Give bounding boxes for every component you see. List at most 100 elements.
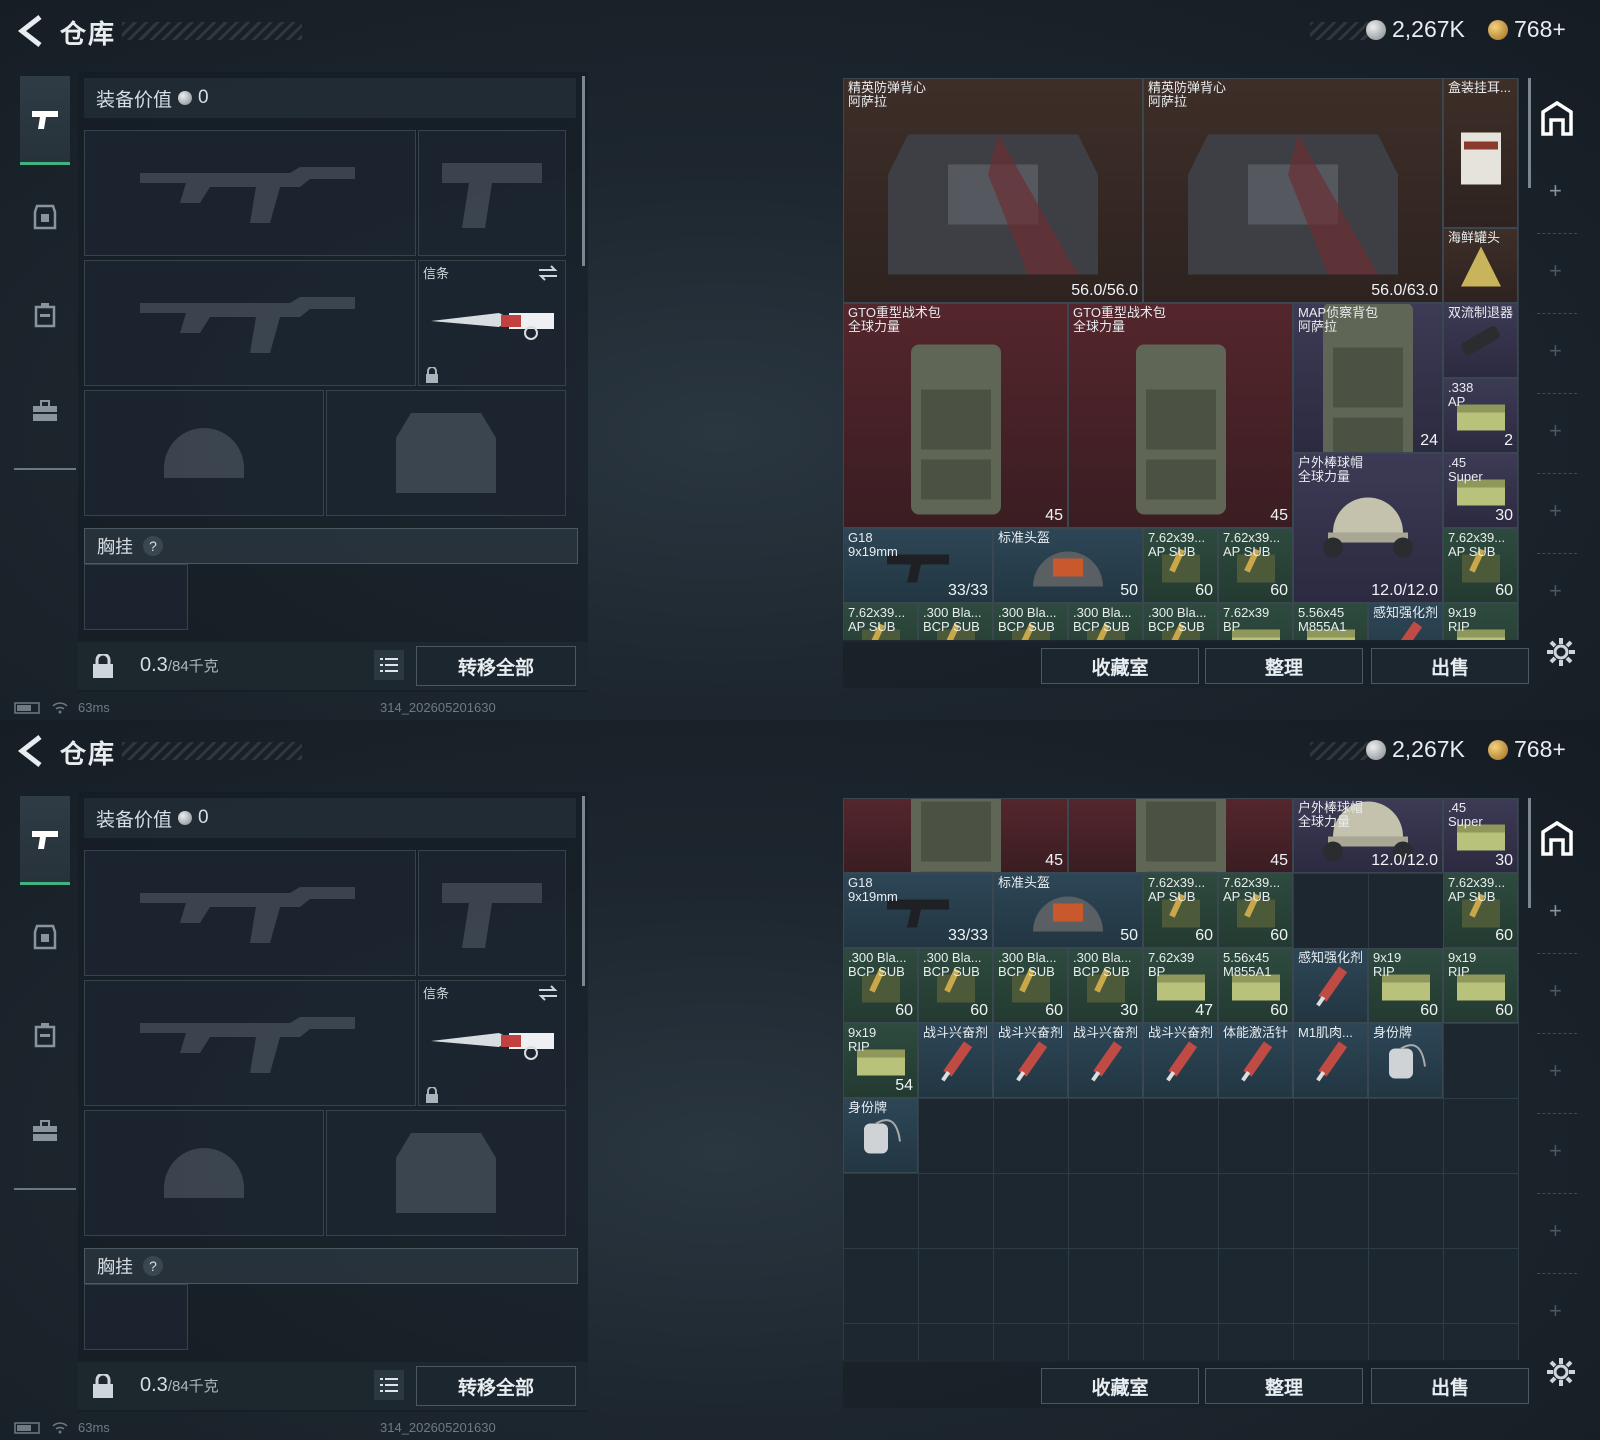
add-stash-page-button[interactable]: +	[1549, 338, 1562, 364]
stash-item[interactable]: 7.62x39... AP SUB 60	[1443, 528, 1518, 603]
lock-icon[interactable]	[92, 654, 114, 678]
collection-room-button[interactable]: 收藏室	[1041, 1368, 1199, 1404]
stash-item[interactable]: 9x19 RIP 54	[843, 1023, 918, 1098]
add-stash-page-button[interactable]: +	[1549, 418, 1562, 444]
sidebar-tab-case[interactable]	[20, 368, 70, 454]
add-stash-page-button[interactable]: +	[1549, 898, 1562, 924]
sidebar-tab-weapons[interactable]	[20, 796, 70, 885]
body-armor-slot[interactable]	[326, 390, 566, 516]
body-armor-slot[interactable]	[326, 1110, 566, 1236]
sell-button[interactable]: 出售	[1371, 1368, 1529, 1404]
list-view-button[interactable]	[374, 650, 404, 680]
primary-weapon-slot[interactable]	[84, 130, 416, 256]
stash-item[interactable]: 7.62x39 BP	[1218, 603, 1293, 640]
stash-item[interactable]: 战斗兴奋剂	[1143, 1023, 1218, 1098]
stash-item[interactable]: .300 Bla... BCP SUB	[1143, 603, 1218, 640]
transfer-all-button[interactable]: 转移全部	[416, 1366, 576, 1406]
add-stash-page-button[interactable]: +	[1549, 258, 1562, 284]
add-stash-page-button[interactable]: +	[1549, 578, 1562, 604]
chest-rig-slot[interactable]	[84, 1284, 188, 1350]
back-arrow-icon[interactable]	[16, 14, 46, 48]
lock-icon[interactable]	[92, 1374, 114, 1398]
chest-rig-help-button[interactable]: ?	[143, 536, 163, 556]
swap-icon[interactable]	[537, 985, 559, 1001]
stash-item[interactable]: .300 Bla... BCP SUB	[993, 603, 1068, 640]
stash-item[interactable]: G18 9x19mm 33/33	[843, 528, 993, 603]
collection-room-button[interactable]: 收藏室	[1041, 648, 1199, 684]
stash-item[interactable]: 7.62x39... AP SUB 60	[1218, 873, 1293, 948]
stash-item[interactable]: .45 Super 30	[1443, 798, 1518, 873]
gold-currency[interactable]: 768+	[1488, 16, 1566, 43]
chest-rig-slot[interactable]	[84, 564, 188, 630]
stash-item[interactable]: 战斗兴奋剂	[918, 1023, 993, 1098]
stash-item[interactable]: 身份牌	[843, 1098, 918, 1173]
sidebar-tab-case[interactable]	[20, 1088, 70, 1174]
stash-item[interactable]: G18 9x19mm 33/33	[843, 873, 993, 948]
stash-main-icon[interactable]	[1539, 100, 1575, 136]
secondary-weapon-slot[interactable]	[84, 260, 416, 386]
add-stash-page-button[interactable]: +	[1549, 178, 1562, 204]
stash-item[interactable]: .300 Bla... BCP SUB	[1068, 603, 1143, 640]
stash-item[interactable]: 双流制退器	[1443, 303, 1518, 378]
stash-item[interactable]: .300 Bla... BCP SUB 60	[993, 948, 1068, 1023]
stash-item[interactable]: 7.62x39... AP SUB	[843, 603, 918, 640]
stash-item[interactable]: 户外棒球帽 全球力量 12.0/12.0	[1293, 453, 1443, 603]
stash-item[interactable]: 标准头盔 50	[993, 528, 1143, 603]
add-stash-page-button[interactable]: +	[1549, 1218, 1562, 1244]
swap-icon[interactable]	[537, 265, 559, 281]
add-stash-page-button[interactable]: +	[1549, 1138, 1562, 1164]
add-stash-page-button[interactable]: +	[1549, 1058, 1562, 1084]
add-stash-page-button[interactable]: +	[1549, 1298, 1562, 1324]
sidebar-tab-armor[interactable]	[20, 894, 70, 980]
list-view-button[interactable]	[374, 1370, 404, 1400]
stash-item[interactable]: 户外棒球帽 全球力量 12.0/12.0	[1293, 798, 1443, 873]
stash-item[interactable]: .300 Bla... BCP SUB 60	[918, 948, 993, 1023]
back-arrow-icon[interactable]	[16, 734, 46, 768]
stash-item[interactable]: 标准头盔 50	[993, 873, 1143, 948]
stash-item[interactable]: GTO重型战术包 全球力量 45	[1068, 303, 1293, 528]
stash-item[interactable]: MAP侦察背包 阿萨拉 24	[1293, 303, 1443, 453]
add-stash-page-button[interactable]: +	[1549, 978, 1562, 1004]
stash-item[interactable]: 海鲜罐头	[1443, 228, 1518, 303]
stash-item[interactable]: 感知强化剂	[1293, 948, 1368, 1023]
secondary-weapon-slot[interactable]	[84, 980, 416, 1106]
equipment-scrollbar[interactable]	[582, 76, 585, 266]
chest-rig-help-button[interactable]: ?	[143, 1256, 163, 1276]
gear-icon[interactable]	[1545, 636, 1577, 668]
stash-item[interactable]: 9x19 RIP 60	[1368, 948, 1443, 1023]
stash-main-icon[interactable]	[1539, 820, 1575, 856]
stash-item[interactable]: 5.56x45 M855A1 60	[1218, 948, 1293, 1023]
stash-item[interactable]: 7.62x39... AP SUB 60	[1143, 873, 1218, 948]
stash-item[interactable]: .338 AP 2	[1443, 378, 1518, 453]
stash-item[interactable]: 身份牌	[1368, 1023, 1443, 1098]
stash-item[interactable]: 9x19 RIP 60	[1443, 948, 1518, 1023]
stash-item[interactable]: 7.62x39... AP SUB 60	[1443, 873, 1518, 948]
stash-item[interactable]: .45 Super 30	[1443, 453, 1518, 528]
stash-item[interactable]: .300 Bla... BCP SUB 60	[843, 948, 918, 1023]
stash-item[interactable]: 精英防弹背心 阿萨拉 56.0/63.0	[1143, 78, 1443, 303]
transfer-all-button[interactable]: 转移全部	[416, 646, 576, 686]
stash-item[interactable]: GTO重型战术包 全球力量 45	[843, 303, 1068, 528]
sidebar-tab-weapons[interactable]	[20, 76, 70, 165]
equipment-scrollbar[interactable]	[582, 796, 585, 986]
stash-item[interactable]: 盒装挂耳...	[1443, 78, 1518, 228]
pistol-slot[interactable]	[418, 130, 566, 256]
stash-item[interactable]: .300 Bla... BCP SUB 30	[1068, 948, 1143, 1023]
organize-button[interactable]: 整理	[1205, 648, 1363, 684]
pistol-slot[interactable]	[418, 850, 566, 976]
stash-item[interactable]: 体能激活针	[1218, 1023, 1293, 1098]
stash-item[interactable]: 感知强化剂	[1368, 603, 1443, 640]
sidebar-tab-backpack[interactable]	[20, 272, 70, 358]
add-stash-page-button[interactable]: +	[1549, 498, 1562, 524]
sidebar-tab-backpack[interactable]	[20, 992, 70, 1078]
stash-item[interactable]: 7.62x39 BP 47	[1143, 948, 1218, 1023]
gear-icon[interactable]	[1545, 1356, 1577, 1388]
helmet-slot[interactable]	[84, 390, 324, 516]
sidebar-tab-armor[interactable]	[20, 174, 70, 260]
melee-slot[interactable]: 信条	[418, 980, 566, 1106]
organize-button[interactable]: 整理	[1205, 1368, 1363, 1404]
gold-currency[interactable]: 768+	[1488, 736, 1566, 763]
stash-item[interactable]: 45	[843, 798, 1068, 873]
stash-item[interactable]: .300 Bla... BCP SUB	[918, 603, 993, 640]
stash-item[interactable]: 战斗兴奋剂	[1068, 1023, 1143, 1098]
